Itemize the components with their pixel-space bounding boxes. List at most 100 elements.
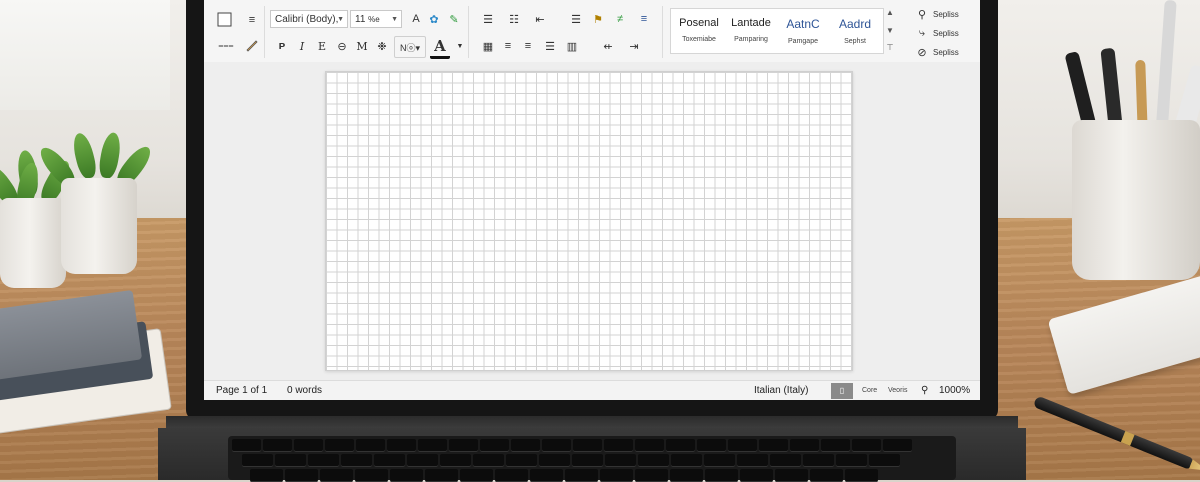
keyboard-key bbox=[728, 439, 757, 452]
replace-icon: ⤷ bbox=[918, 26, 926, 39]
chevron-up-icon[interactable]: ▲ bbox=[886, 8, 894, 17]
keyboard-key bbox=[737, 454, 768, 467]
keyboard-key bbox=[390, 469, 423, 482]
keyboard-key bbox=[635, 439, 664, 452]
align-center-icon[interactable]: ≡ bbox=[498, 36, 518, 56]
window-light bbox=[0, 0, 170, 110]
document-area[interactable] bbox=[204, 62, 980, 380]
multilevel-list-icon[interactable]: ⇤ bbox=[530, 9, 550, 29]
shading-icon[interactable]: ⇷ bbox=[598, 36, 618, 56]
keyboard-key bbox=[355, 469, 388, 482]
keyboard-key bbox=[845, 469, 878, 482]
keyboard-key bbox=[770, 454, 801, 467]
keyboard-key bbox=[374, 454, 405, 467]
keyboard-key bbox=[604, 439, 633, 452]
style-aadrd[interactable]: Aadrd Sephst bbox=[829, 9, 881, 53]
style-aatnc[interactable]: AatnC Pamgape bbox=[777, 9, 829, 53]
keyboard-key bbox=[387, 439, 416, 452]
status-bar: Page 1 of 1 0 words Italian (Italy) ▯ Co… bbox=[204, 380, 980, 400]
strikethrough-icon[interactable]: ⊖ bbox=[332, 36, 352, 56]
clipboard-group: ≡ ⩶ bbox=[208, 6, 265, 58]
align-left-icon[interactable]: ▦ bbox=[478, 36, 498, 56]
bullets-icon[interactable]: ☰ bbox=[478, 9, 498, 29]
font-color-icon[interactable]: A bbox=[430, 36, 450, 59]
change-case-icon[interactable]: ✿ bbox=[424, 9, 444, 29]
replace-button[interactable]: ⤷ Sepliss bbox=[916, 25, 959, 41]
keyboard-key bbox=[480, 439, 509, 452]
keyboard-key bbox=[232, 439, 261, 452]
columns-icon[interactable]: ▥ bbox=[562, 36, 582, 56]
decrease-indent-icon[interactable]: ☰ bbox=[566, 9, 586, 29]
font-name-dropdown[interactable]: Calibri (Body), ▼ bbox=[270, 10, 348, 28]
keyboard-key bbox=[542, 439, 571, 452]
keyboard-key bbox=[356, 439, 385, 452]
show-marks-icon[interactable]: ≠ bbox=[610, 9, 630, 29]
paragraph-group: ☰ ☷ ⇤ ☰ ⚑ ≠ ≡ ▦ ≡ ≡ ☰ ▥ ⇷ ⇥ bbox=[474, 6, 663, 58]
justify-icon[interactable]: ☰ bbox=[540, 36, 560, 56]
keyboard-key bbox=[440, 454, 471, 467]
word-count[interactable]: 0 words bbox=[287, 385, 322, 396]
font-group: Calibri (Body), ▼ 11 %e ▼ A ✿ ✎ ᴘ I E ⊖ M… bbox=[266, 6, 470, 59]
read-mode-button[interactable]: ▯ bbox=[831, 383, 853, 399]
keyboard-key bbox=[775, 469, 808, 482]
keyboard-key bbox=[530, 469, 563, 482]
style-lantade[interactable]: Lantade Pamparing bbox=[725, 9, 777, 53]
keyboard-key bbox=[821, 439, 850, 452]
grid-page[interactable] bbox=[325, 71, 853, 371]
keyboard-key bbox=[697, 439, 726, 452]
keyboard-key bbox=[250, 469, 283, 482]
keyboard-key bbox=[705, 469, 738, 482]
web-layout-button[interactable]: Veoris bbox=[888, 387, 907, 394]
line-spacing-icon[interactable]: ≡ bbox=[634, 9, 654, 29]
keyboard-key bbox=[320, 469, 353, 482]
chevron-down-icon: ▼ bbox=[391, 16, 398, 23]
underline-icon[interactable]: E bbox=[312, 36, 332, 56]
clear-formatting-icon[interactable]: ✎ bbox=[444, 9, 464, 29]
zoom-icon[interactable]: ⚲ bbox=[921, 385, 928, 396]
style-posenal[interactable]: Posenal Toxemiabe bbox=[673, 9, 725, 53]
sort-icon[interactable]: ⚑ bbox=[588, 9, 608, 29]
bold-icon[interactable]: ᴘ bbox=[272, 36, 292, 56]
styles-gallery: Posenal Toxemiabe Lantade Pamparing Aatn… bbox=[670, 8, 884, 54]
subscript-icon[interactable]: M bbox=[352, 36, 372, 56]
laptop-keyboard bbox=[228, 436, 956, 482]
increase-font-icon[interactable]: A bbox=[406, 9, 426, 29]
page-count[interactable]: Page 1 of 1 bbox=[216, 385, 267, 396]
keyboard-key bbox=[511, 439, 540, 452]
keyboard-key bbox=[704, 454, 735, 467]
zoom-level[interactable]: 1000% bbox=[939, 385, 970, 396]
font-color-dropdown-icon[interactable]: ▼ bbox=[450, 36, 470, 56]
superscript-icon[interactable]: ❉ bbox=[372, 36, 392, 56]
ribbon: ≡ ⩶ Calibri (Body), ▼ 11 %e ▼ A ✿ ✎ ᴘ I E… bbox=[204, 0, 980, 63]
print-layout-button[interactable]: Core bbox=[862, 387, 877, 394]
copy-icon[interactable]: ⩶ bbox=[216, 35, 236, 55]
cut-icon[interactable]: ≡ bbox=[242, 10, 262, 30]
format-painter-icon[interactable] bbox=[242, 35, 262, 55]
select-icon: ⊘ bbox=[917, 46, 927, 59]
text-effects-icon[interactable]: Nⓞ▾ bbox=[394, 36, 426, 58]
keyboard-key bbox=[495, 469, 528, 482]
keyboard-key bbox=[670, 469, 703, 482]
more-styles-icon[interactable]: ⊤ bbox=[887, 43, 894, 52]
keyboard-key bbox=[759, 439, 788, 452]
paste-icon[interactable] bbox=[214, 9, 234, 29]
language-indicator[interactable]: Italian (Italy) bbox=[754, 385, 808, 396]
find-button[interactable]: ⚲ Sepliss bbox=[916, 6, 959, 22]
keyboard-key bbox=[600, 469, 633, 482]
keyboard-key bbox=[740, 469, 773, 482]
keyboard-key bbox=[605, 454, 636, 467]
align-right-icon[interactable]: ≡ bbox=[518, 36, 538, 56]
styles-scroll: ▲ ▼ ⊤ bbox=[884, 8, 896, 52]
keyboard-key bbox=[666, 439, 695, 452]
borders-icon[interactable]: ⇥ bbox=[624, 36, 644, 56]
keyboard-key bbox=[803, 454, 834, 467]
laptop-screen: ≡ ⩶ Calibri (Body), ▼ 11 %e ▼ A ✿ ✎ ᴘ I E… bbox=[204, 0, 980, 400]
chevron-down-icon[interactable]: ▼ bbox=[886, 26, 894, 35]
numbering-icon[interactable]: ☷ bbox=[504, 9, 524, 29]
italic-icon[interactable]: I bbox=[292, 36, 312, 56]
font-size-dropdown[interactable]: 11 %e ▼ bbox=[350, 10, 402, 28]
keyboard-key bbox=[242, 454, 273, 467]
keyboard-key bbox=[869, 454, 900, 467]
keyboard-key bbox=[263, 439, 292, 452]
select-button[interactable]: ⊘ Sepliss bbox=[916, 44, 958, 60]
